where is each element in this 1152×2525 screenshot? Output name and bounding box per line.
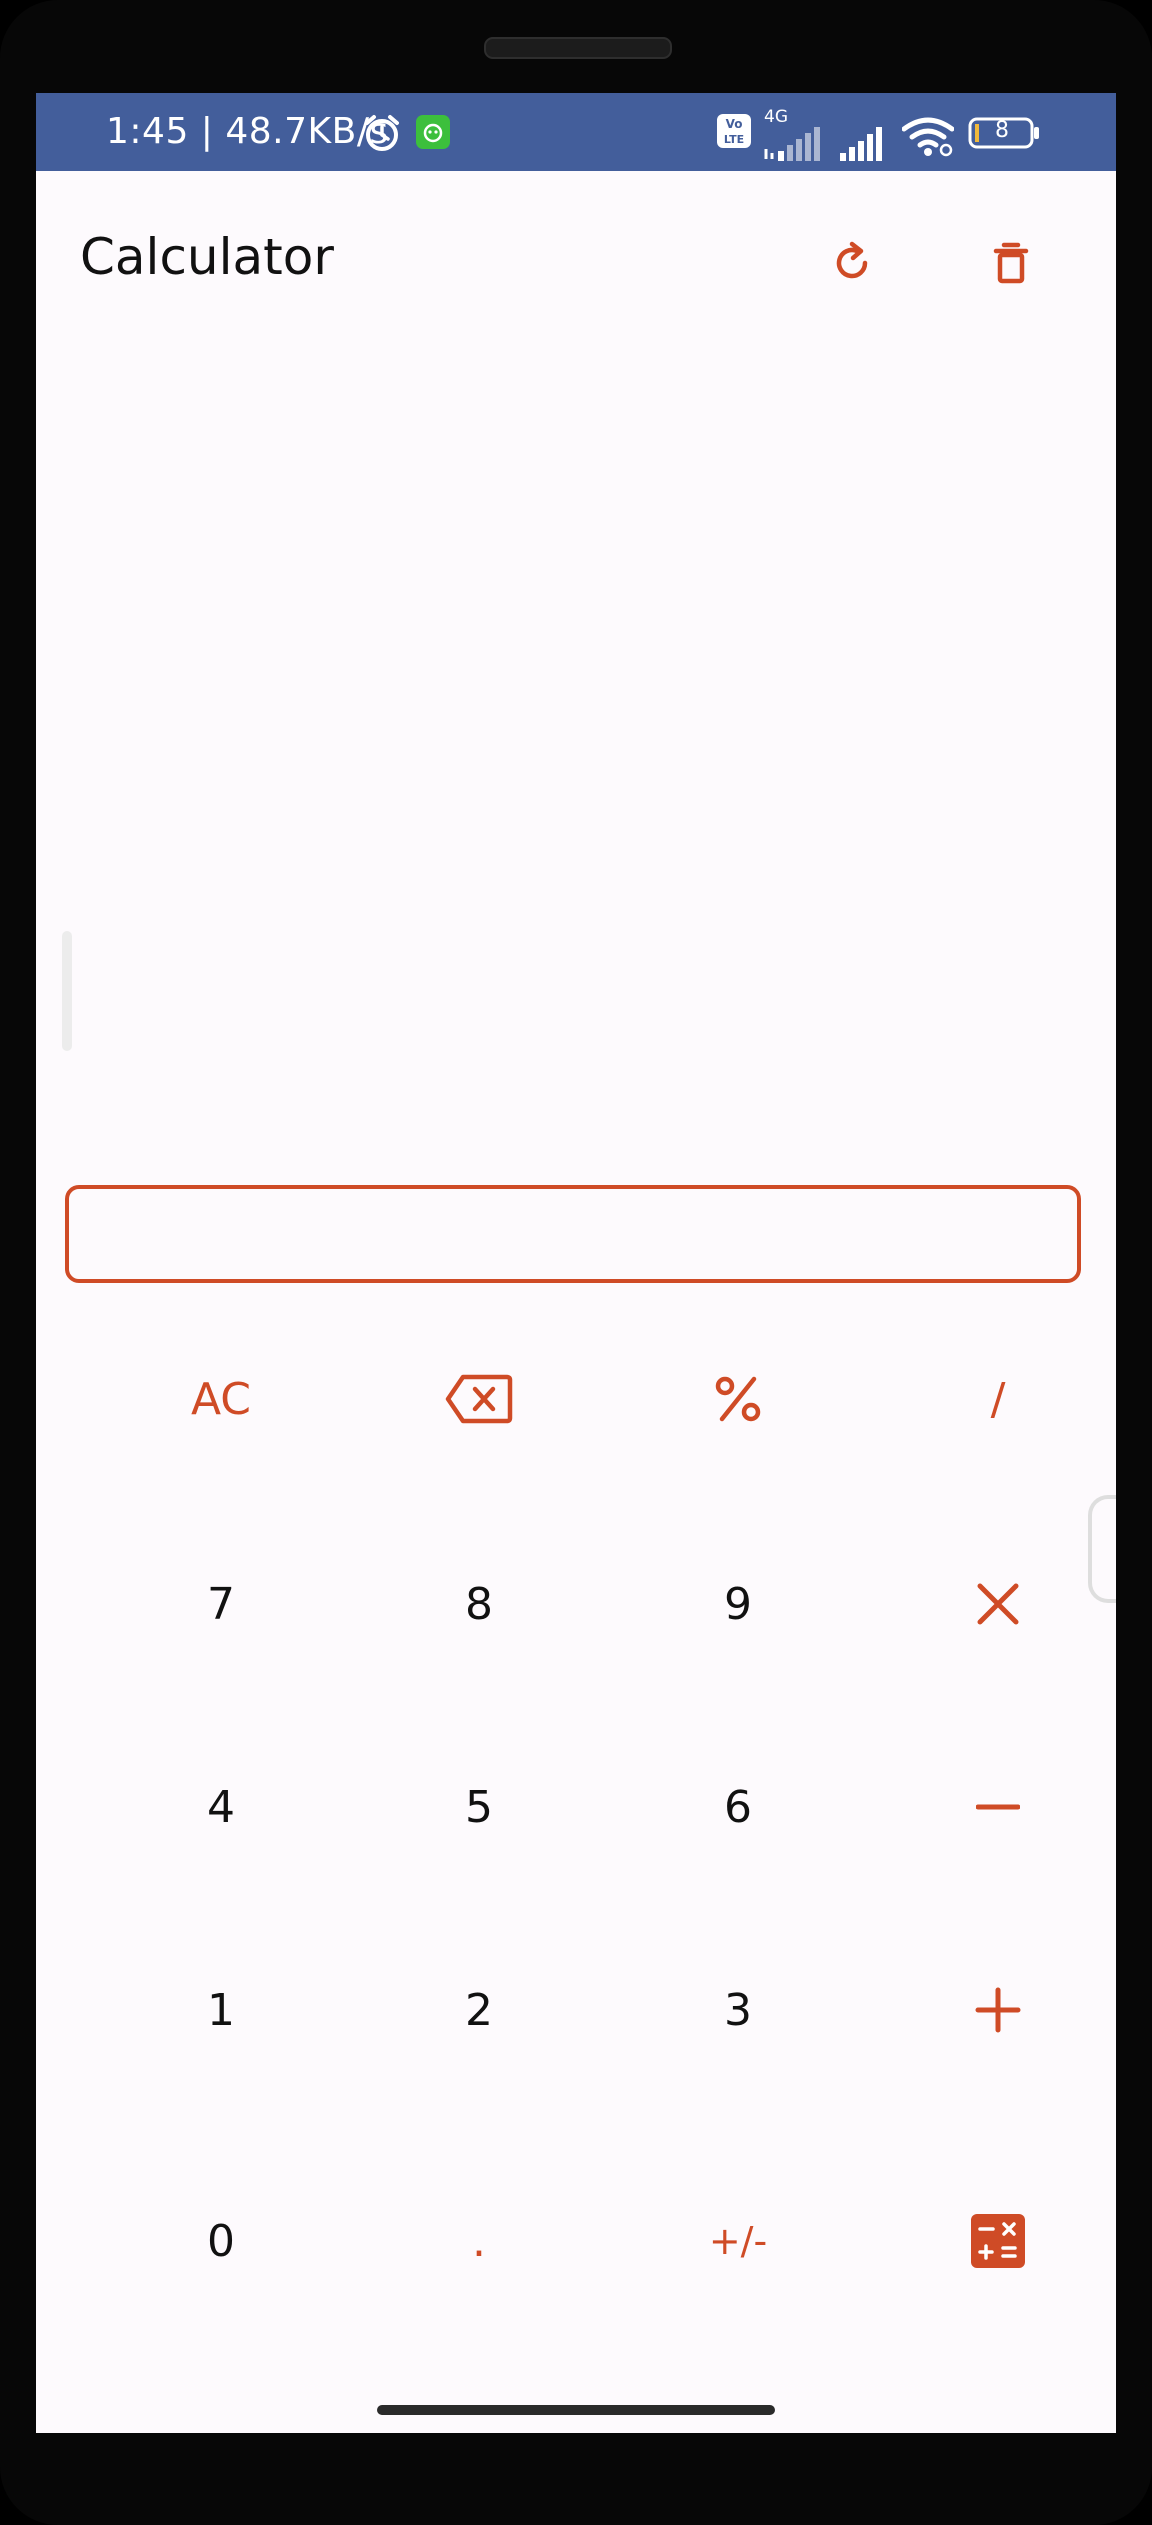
digit-7-button[interactable]: 7 [101, 1529, 341, 1679]
divide-button[interactable]: / [878, 1324, 1116, 1474]
digit-7-label: 7 [207, 1578, 235, 1630]
screen: 1:45 | 48.7KB/s Vo LTE 4G 8 Calculator A… [36, 93, 1116, 2433]
backspace-button[interactable] [359, 1324, 599, 1474]
all-clear-button[interactable]: AC [101, 1324, 341, 1474]
side-panel-handle[interactable] [1088, 1495, 1116, 1603]
multiply-button[interactable] [878, 1529, 1116, 1679]
decimal-point-button[interactable]: . [359, 2166, 599, 2316]
digit-8-label: 8 [465, 1578, 493, 1630]
digit-4-button[interactable]: 4 [101, 1732, 341, 1882]
add-button[interactable] [878, 1935, 1116, 2085]
digit-1-label: 1 [207, 1984, 235, 2036]
expression-display-input[interactable] [65, 1185, 1081, 1283]
digit-4-label: 4 [207, 1781, 235, 1833]
earpiece-speaker [484, 37, 672, 59]
digit-2-button[interactable]: 2 [359, 1935, 599, 2085]
toggle-sign-button[interactable]: +/- [618, 2166, 858, 2316]
calculator-icon [971, 2214, 1025, 2268]
digit-9-label: 9 [724, 1578, 752, 1630]
digit-9-button[interactable]: 9 [618, 1529, 858, 1679]
battery-level: 8 [995, 118, 1009, 143]
refresh-button[interactable] [812, 223, 892, 303]
phone-frame: 1:45 | 48.7KB/s Vo LTE 4G 8 Calculator A… [0, 0, 1152, 2525]
digit-0-label: 0 [207, 2215, 235, 2267]
signal-strength-icon-sim1 [762, 127, 822, 165]
trash-icon [993, 242, 1029, 284]
digit-1-button[interactable]: 1 [101, 1935, 341, 2085]
signal-strength-icon-sim2 [840, 125, 890, 165]
toggle-sign-label: +/- [708, 2219, 768, 2263]
home-gesture-bar[interactable] [377, 2405, 775, 2415]
delete-history-button[interactable] [971, 223, 1051, 303]
digit-5-button[interactable]: 5 [359, 1732, 599, 1882]
status-bar: 1:45 | 48.7KB/s Vo LTE 4G 8 [36, 93, 1116, 171]
digit-3-label: 3 [724, 1984, 752, 2036]
svg-text:LTE: LTE [724, 133, 744, 146]
volte-icon: Vo LTE [716, 113, 752, 153]
app-notification-icon [416, 115, 450, 153]
network-type-label: 4G [764, 107, 788, 127]
svg-text:Vo: Vo [726, 117, 743, 131]
digit-5-label: 5 [465, 1781, 493, 1833]
digit-6-label: 6 [724, 1781, 752, 1833]
refresh-icon [836, 241, 868, 279]
plus-icon [975, 1987, 1021, 2033]
digit-0-button[interactable]: 0 [101, 2166, 341, 2316]
digit-6-button[interactable]: 6 [618, 1732, 858, 1882]
backspace-icon [445, 1374, 513, 1424]
digit-3-button[interactable]: 3 [618, 1935, 858, 2085]
divide-label: / [990, 1373, 1006, 1425]
digit-2-label: 2 [465, 1984, 493, 2036]
all-clear-label: AC [190, 1373, 252, 1425]
digit-8-button[interactable]: 8 [359, 1529, 599, 1679]
alarm-icon [362, 113, 402, 157]
percent-icon [715, 1376, 761, 1422]
subtract-button[interactable] [878, 1732, 1116, 1882]
multiply-icon [977, 1583, 1019, 1625]
app-title: Calculator [80, 228, 334, 286]
equals-button[interactable] [878, 2166, 1116, 2316]
minus-icon [976, 1804, 1020, 1810]
status-time: 1:45 | 48.7KB/s [106, 111, 389, 152]
decimal-point-label: . [472, 2215, 486, 2267]
history-scrollbar[interactable] [62, 931, 72, 1051]
percent-button[interactable] [618, 1324, 858, 1474]
wifi-icon [901, 117, 955, 161]
